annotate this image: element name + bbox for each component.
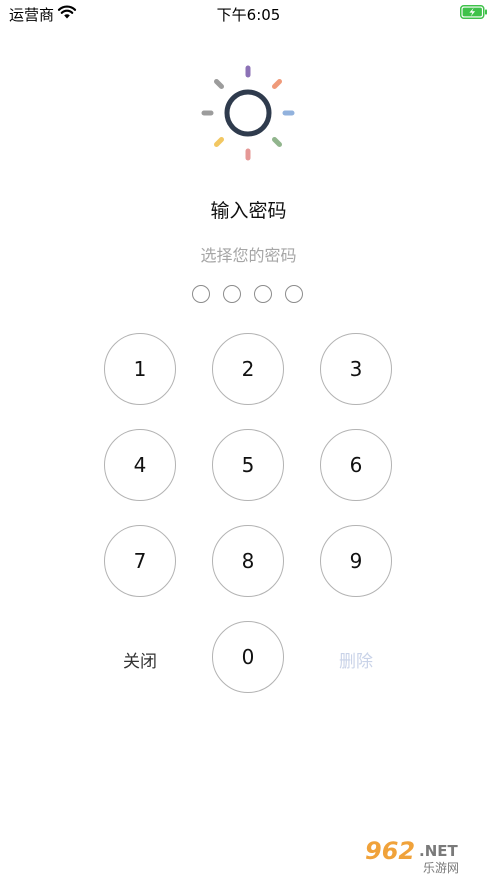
svg-text:962: 962 (365, 837, 415, 865)
keypad-key-1[interactable]: 1 (104, 333, 176, 405)
keypad-key-2[interactable]: 2 (212, 333, 284, 405)
battery-charging-icon (460, 5, 487, 19)
svg-text:乐游网: 乐游网 (423, 861, 459, 875)
passcode-dot (192, 285, 210, 303)
status-bar: 运营商 下午6:05 (0, 0, 497, 26)
passcode-dot (223, 285, 241, 303)
page-subtitle: 选择您的密码 (200, 246, 297, 265)
delete-button[interactable]: 删除 (316, 647, 396, 672)
passcode-dots (191, 285, 311, 305)
keypad-key-5[interactable]: 5 (212, 429, 284, 501)
close-button[interactable]: 关闭 (100, 647, 180, 672)
keypad-key-8[interactable]: 8 (212, 525, 284, 597)
passcode-dot (254, 285, 272, 303)
keypad-key-7[interactable]: 7 (104, 525, 176, 597)
page-title: 输入密码 (210, 200, 287, 222)
keypad-key-4[interactable]: 4 (104, 429, 176, 501)
passcode-dot (285, 285, 303, 303)
svg-text:.NET: .NET (419, 842, 458, 860)
keypad-key-9[interactable]: 9 (320, 525, 392, 597)
keypad-key-3[interactable]: 3 (320, 333, 392, 405)
keypad-key-0[interactable]: 0 (212, 621, 284, 693)
watermark-logo: 962 .NET 乐游网 (365, 837, 459, 875)
keypad-key-6[interactable]: 6 (320, 429, 392, 501)
sun-ring-logo (201, 65, 295, 161)
status-time: 下午6:05 (216, 6, 281, 24)
